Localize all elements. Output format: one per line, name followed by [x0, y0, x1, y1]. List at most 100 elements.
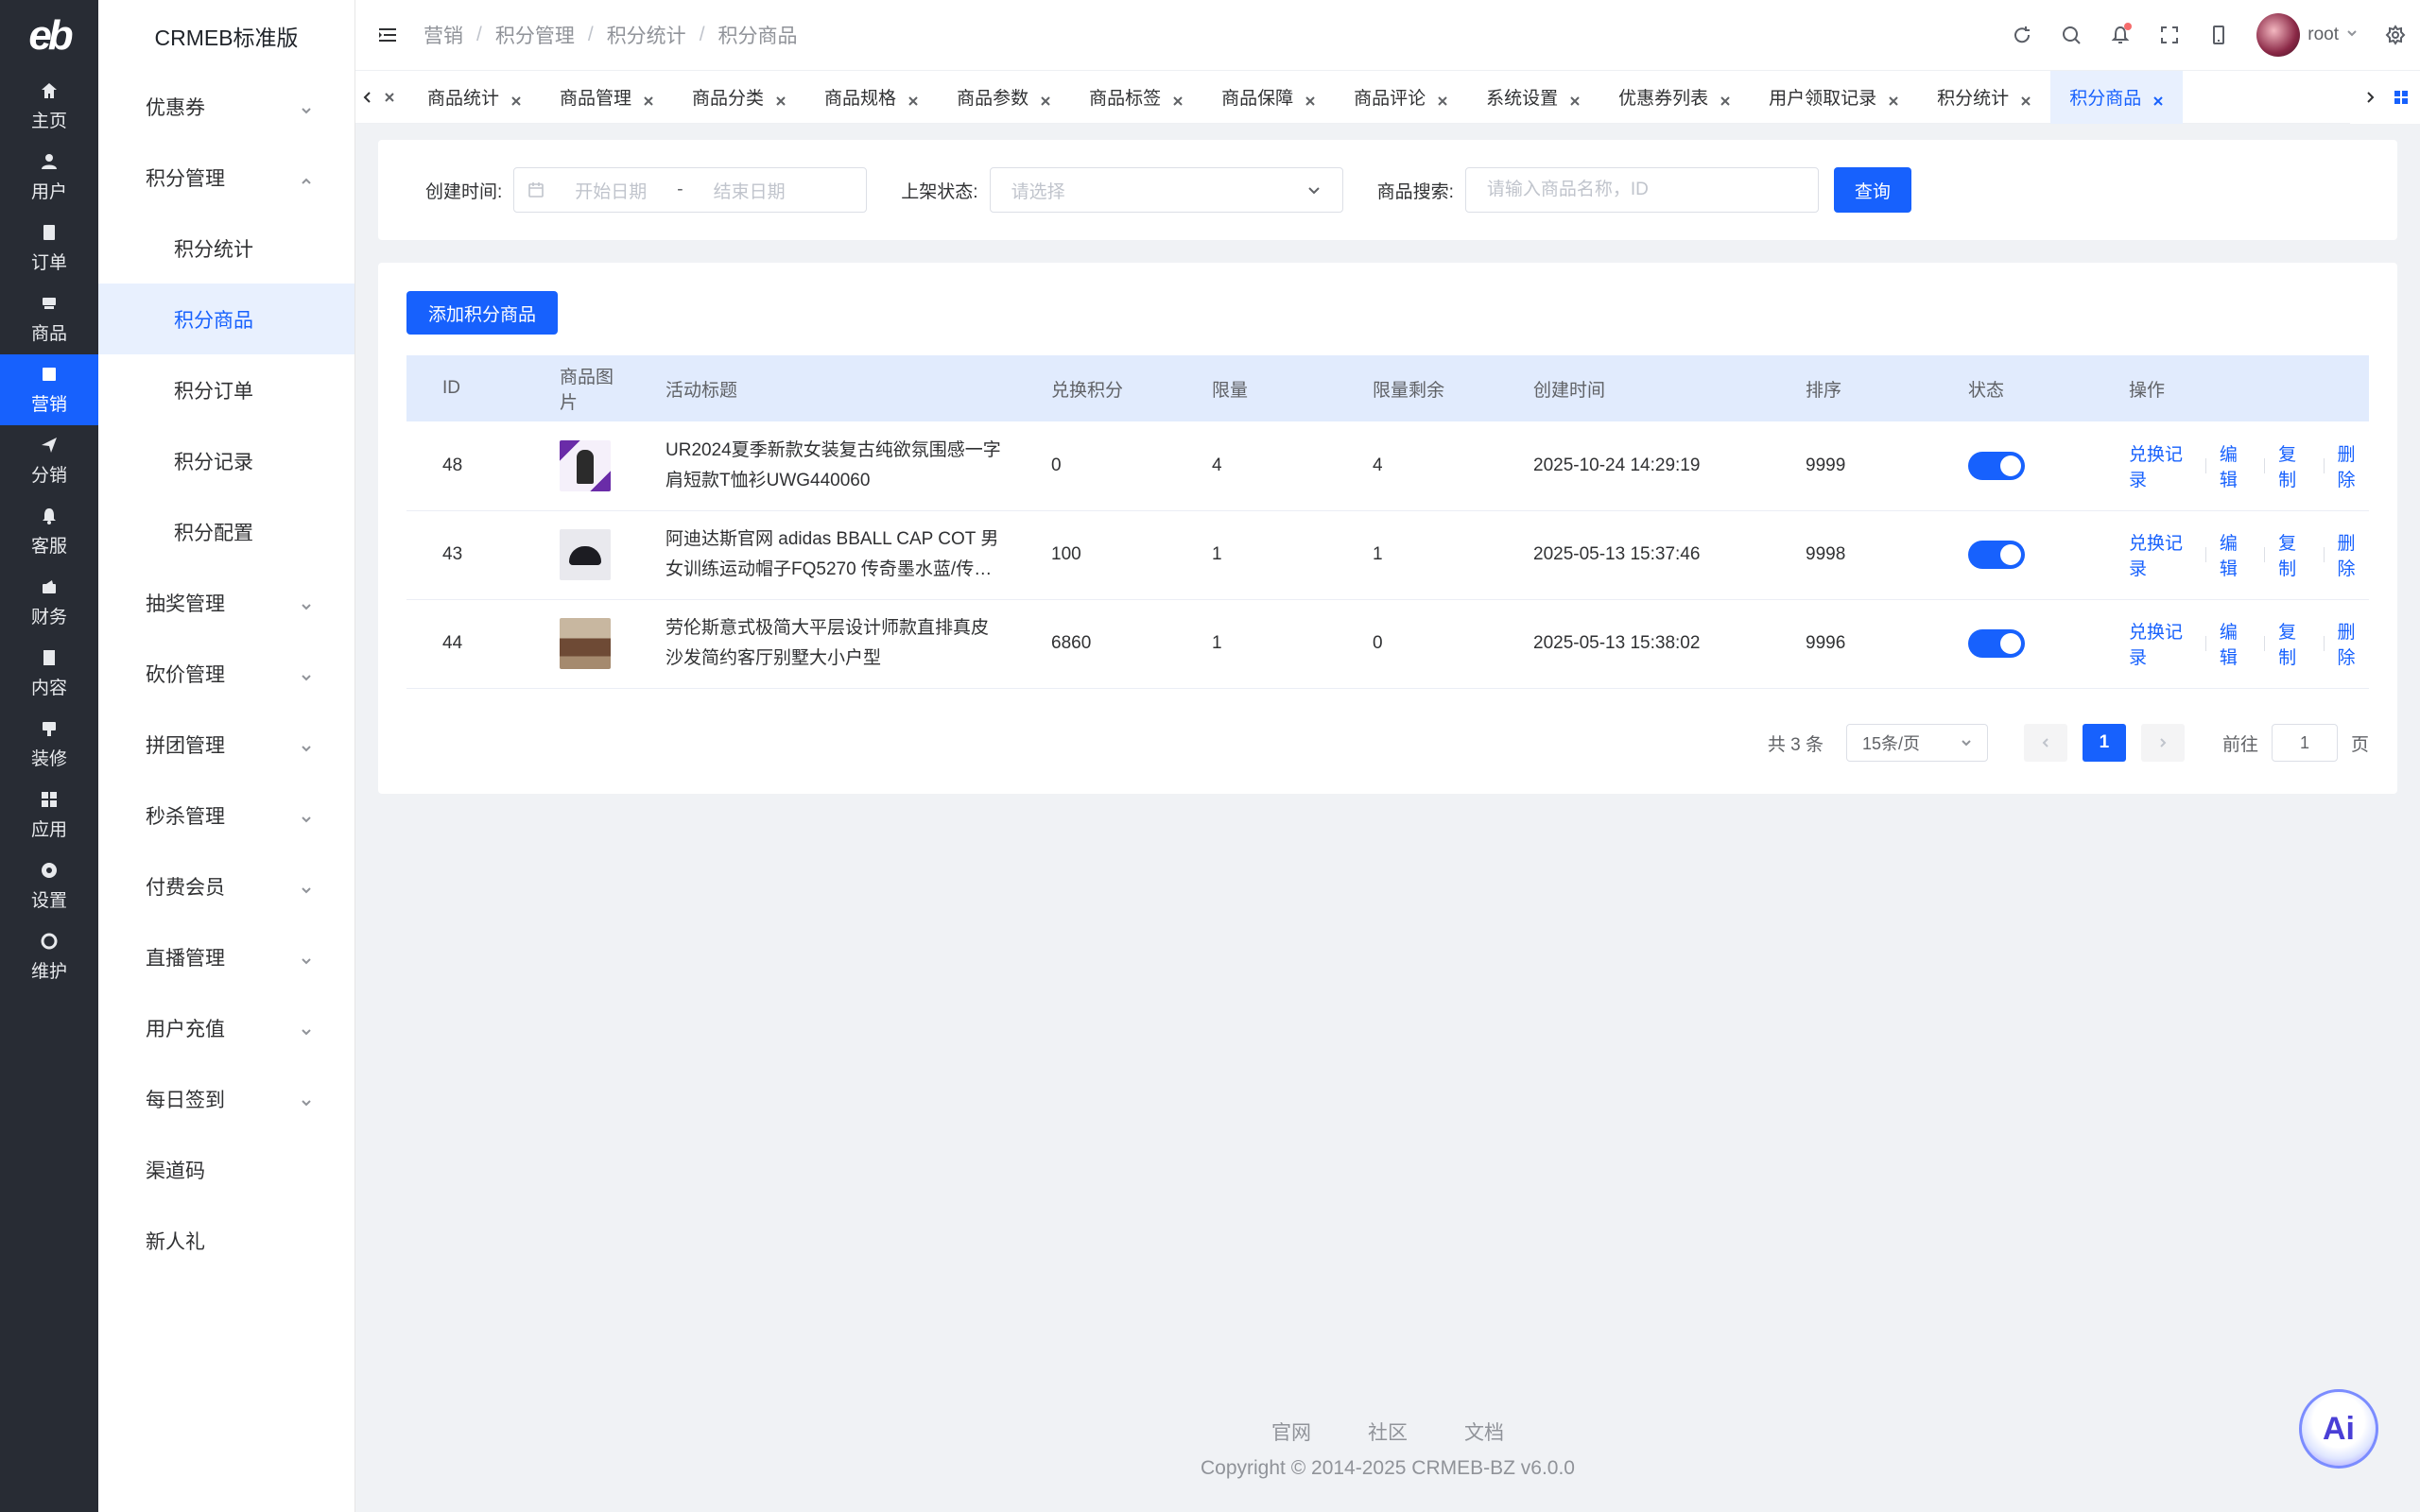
menu-live[interactable]: 直播管理	[98, 921, 354, 992]
close-icon[interactable]	[1437, 92, 1448, 106]
close-icon[interactable]	[1888, 92, 1899, 106]
rail-item-order[interactable]: 订单	[0, 213, 98, 284]
rail-item-user[interactable]: 用户	[0, 142, 98, 213]
tab-user-claim-records[interactable]: 用户领取记录	[1750, 71, 1918, 124]
add-points-product-button[interactable]: 添加积分商品	[406, 291, 559, 335]
product-thumbnail[interactable]	[560, 439, 611, 491]
avatar[interactable]	[2256, 13, 2301, 57]
rail-item-marketing[interactable]: 营销	[0, 354, 98, 425]
menu-points-products[interactable]: 积分商品	[98, 284, 354, 354]
menu-daily-signin[interactable]: 每日签到	[98, 1063, 354, 1134]
tab-product-guarantee[interactable]: 商品保障	[1202, 71, 1335, 124]
close-icon[interactable]	[1305, 92, 1316, 106]
date-range-picker[interactable]: 开始日期 - 结束日期	[513, 167, 868, 213]
close-icon[interactable]	[1040, 92, 1051, 106]
fullscreen-icon[interactable]	[2145, 25, 2194, 45]
rail-item-content[interactable]: 内容	[0, 638, 98, 709]
menu-newcomer-gift[interactable]: 新人礼	[98, 1205, 354, 1276]
tab-product-spec[interactable]: 商品规格	[805, 71, 938, 124]
menu-recharge[interactable]: 用户充值	[98, 992, 354, 1063]
status-toggle[interactable]	[1968, 451, 2025, 480]
menu-toggle-icon[interactable]	[376, 24, 399, 46]
close-icon[interactable]	[2020, 92, 2031, 106]
next-page-button[interactable]	[2140, 724, 2185, 762]
close-icon[interactable]	[380, 92, 399, 103]
exchange-records-link[interactable]: 兑换记录	[2129, 440, 2192, 491]
tab-product-management[interactable]: 商品管理	[541, 71, 673, 124]
mobile-preview-icon[interactable]	[2194, 25, 2243, 45]
status-toggle[interactable]	[1968, 629, 2025, 658]
status-select[interactable]: 请选择	[989, 167, 1343, 213]
close-icon[interactable]	[1720, 92, 1731, 106]
exchange-records-link[interactable]: 兑换记录	[2129, 529, 2192, 580]
tab-product-tags[interactable]: 商品标签	[1070, 71, 1202, 124]
tab-product-params[interactable]: 商品参数	[938, 71, 1070, 124]
tabs-menu-grid-icon[interactable]	[2382, 90, 2420, 105]
rail-item-maintenance[interactable]: 维护	[0, 921, 98, 992]
tab-points-stats[interactable]: 积分统计	[1918, 71, 2050, 124]
rail-item-home[interactable]: 主页	[0, 71, 98, 142]
tab-product-category[interactable]: 商品分类	[673, 71, 805, 124]
prev-page-button[interactable]	[2023, 724, 2067, 762]
menu-coupon[interactable]: 优惠券	[98, 71, 354, 142]
rail-item-finance[interactable]: 财务	[0, 567, 98, 638]
menu-points-statistics[interactable]: 积分统计	[98, 213, 354, 284]
breadcrumb-item[interactable]: 营销	[424, 21, 463, 49]
tab-system-settings[interactable]: 系统设置	[1467, 71, 1599, 124]
copy-link[interactable]: 复制	[2278, 440, 2309, 491]
copy-link[interactable]: 复制	[2278, 529, 2309, 580]
edit-link[interactable]: 编辑	[2220, 440, 2251, 491]
menu-points-records[interactable]: 积分记录	[98, 425, 354, 496]
tabs-scroll-right-icon[interactable]	[2358, 91, 2382, 104]
goto-page-input[interactable]	[2271, 724, 2338, 762]
close-icon[interactable]	[643, 92, 654, 106]
delete-link[interactable]: 删除	[2338, 440, 2369, 491]
close-icon[interactable]	[2152, 92, 2164, 106]
notification-bell-icon[interactable]	[2096, 23, 2145, 45]
product-thumbnail[interactable]	[560, 529, 611, 580]
tab-product-reviews[interactable]: 商品评论	[1335, 71, 1467, 124]
logo[interactable]: eb	[0, 0, 98, 71]
breadcrumb-item[interactable]: 积分统计	[607, 21, 686, 49]
close-icon[interactable]	[510, 92, 522, 106]
breadcrumb-item[interactable]: 积分管理	[495, 21, 575, 49]
menu-paid-member[interactable]: 付费会员	[98, 850, 354, 921]
close-icon[interactable]	[1569, 92, 1581, 106]
ai-assistant-button[interactable]: Ai	[2299, 1389, 2378, 1469]
menu-group-buy[interactable]: 拼团管理	[98, 709, 354, 780]
chevron-down-icon[interactable]	[2346, 26, 2358, 43]
delete-link[interactable]: 删除	[2338, 618, 2369, 669]
product-search-input[interactable]	[1464, 167, 1819, 213]
close-icon[interactable]	[1172, 92, 1184, 106]
menu-points-config[interactable]: 积分配置	[98, 496, 354, 567]
rail-item-decorate[interactable]: 装修	[0, 709, 98, 780]
status-toggle[interactable]	[1968, 541, 2025, 569]
product-thumbnail[interactable]	[560, 618, 611, 669]
tab-product-stats[interactable]: 商品统计	[408, 71, 541, 124]
menu-points-orders[interactable]: 积分订单	[98, 354, 354, 425]
search-icon[interactable]	[2047, 25, 2096, 45]
rail-item-settings[interactable]: 设置	[0, 850, 98, 921]
exchange-records-link[interactable]: 兑换记录	[2129, 618, 2192, 669]
tabs-scroll-left-icon[interactable]	[355, 91, 380, 104]
menu-bargain[interactable]: 砍价管理	[98, 638, 354, 709]
menu-flash-sale[interactable]: 秒杀管理	[98, 780, 354, 850]
menu-points-management[interactable]: 积分管理	[98, 142, 354, 213]
copy-link[interactable]: 复制	[2278, 618, 2309, 669]
close-icon[interactable]	[775, 92, 786, 106]
tab-coupon-list[interactable]: 优惠券列表	[1599, 71, 1750, 124]
tab-points-products[interactable]: 积分商品	[2050, 70, 2184, 124]
footer-link-docs[interactable]: 文档	[1464, 1418, 1504, 1446]
footer-link-community[interactable]: 社区	[1368, 1418, 1408, 1446]
edit-link[interactable]: 编辑	[2220, 529, 2251, 580]
rail-item-service[interactable]: 客服	[0, 496, 98, 567]
close-icon[interactable]	[908, 92, 919, 106]
gear-icon[interactable]	[2371, 25, 2420, 45]
menu-channel-code[interactable]: 渠道码	[98, 1134, 354, 1205]
username[interactable]: root	[2308, 25, 2339, 45]
rail-item-distribution[interactable]: 分销	[0, 425, 98, 496]
rail-item-apps[interactable]: 应用	[0, 780, 98, 850]
page-size-select[interactable]: 15条/页	[1845, 724, 1988, 762]
page-number-current[interactable]: 1	[2082, 724, 2126, 762]
query-button[interactable]: 查询	[1833, 167, 1911, 213]
